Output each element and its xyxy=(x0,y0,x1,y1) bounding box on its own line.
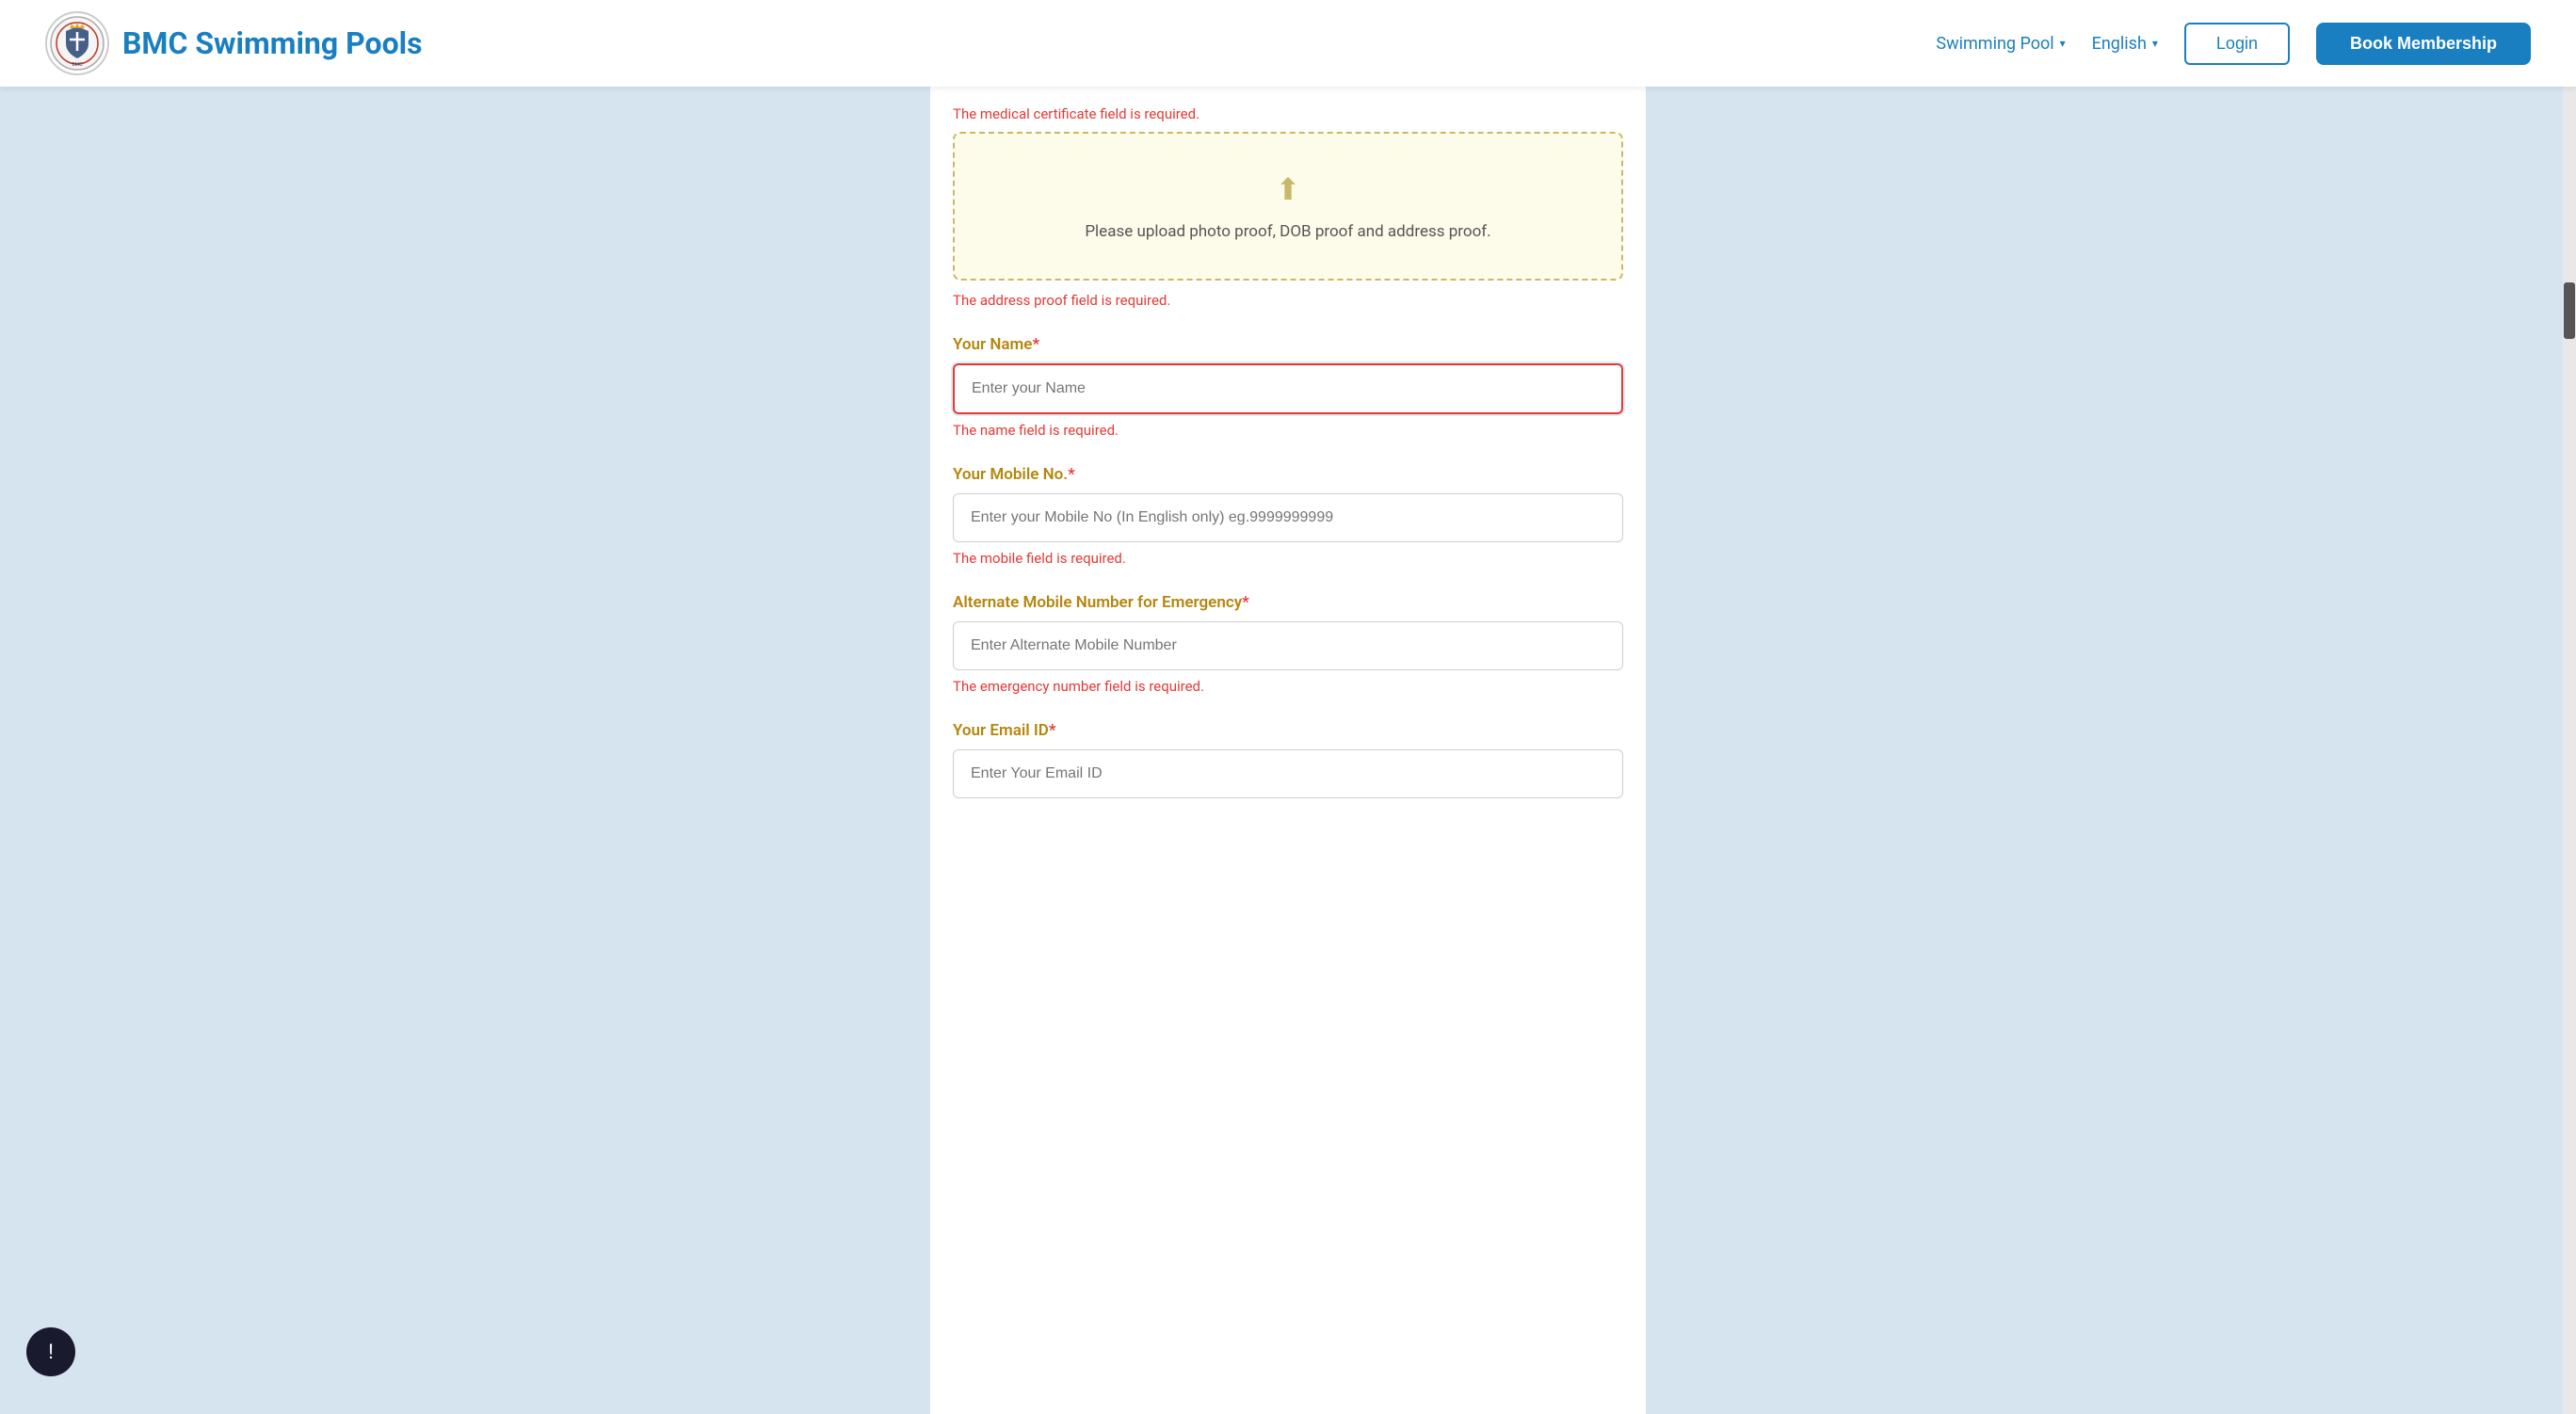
swimming-pool-nav[interactable]: Swimming Pool ▾ xyxy=(1936,34,2065,54)
alt-mobile-section: Alternate Mobile Number for Emergency* T… xyxy=(953,593,1623,695)
site-title: BMC Swimming Pools xyxy=(122,25,423,61)
language-chevron-icon: ▾ xyxy=(2152,37,2158,50)
mobile-section: Your Mobile No.* The mobile field is req… xyxy=(953,465,1623,567)
mobile-error: The mobile field is required. xyxy=(953,550,1623,567)
main-content: The medical certificate field is require… xyxy=(930,87,1646,1414)
upload-icon: ⬆ xyxy=(977,171,1599,207)
swimming-pool-label: Swimming Pool xyxy=(1936,34,2053,54)
navbar: BMC BMC Swimming Pools Swimming Pool ▾ E… xyxy=(0,0,2576,87)
name-section: Your Name* The name field is required. xyxy=(953,335,1623,439)
alt-mobile-label: Alternate Mobile Number for Emergency* xyxy=(953,593,1623,612)
scrollbar-thumb[interactable] xyxy=(2564,282,2575,339)
upload-text: Please upload photo proof, DOB proof and… xyxy=(977,222,1599,241)
mobile-label: Your Mobile No.* xyxy=(953,465,1623,484)
address-proof-error: The address proof field is required. xyxy=(953,292,1623,309)
book-membership-button[interactable]: Book Membership xyxy=(2316,23,2531,65)
brand: BMC BMC Swimming Pools xyxy=(45,11,423,75)
alt-mobile-input[interactable] xyxy=(953,621,1623,670)
email-section: Your Email ID* xyxy=(953,721,1623,798)
feedback-button[interactable]: ! xyxy=(26,1327,75,1376)
login-button[interactable]: Login xyxy=(2184,23,2290,65)
name-input[interactable] xyxy=(953,363,1623,414)
scrollbar[interactable] xyxy=(2563,0,2576,1414)
name-error: The name field is required. xyxy=(953,422,1623,439)
email-label: Your Email ID* xyxy=(953,721,1623,740)
svg-text:BMC: BMC xyxy=(72,62,83,68)
medical-cert-error: The medical certificate field is require… xyxy=(953,105,1623,122)
swimming-pool-chevron-icon: ▾ xyxy=(2060,37,2066,50)
language-label: English xyxy=(2092,34,2147,54)
mobile-input[interactable] xyxy=(953,493,1623,542)
upload-box[interactable]: ⬆ Please upload photo proof, DOB proof a… xyxy=(953,132,1623,281)
name-label: Your Name* xyxy=(953,335,1623,354)
logo: BMC xyxy=(45,11,109,75)
email-input[interactable] xyxy=(953,749,1623,798)
navbar-right: Swimming Pool ▾ English ▾ Login Book Mem… xyxy=(1936,23,2531,65)
logo-svg: BMC xyxy=(49,15,105,72)
alt-mobile-error: The emergency number field is required. xyxy=(953,678,1623,695)
feedback-icon: ! xyxy=(48,1340,54,1364)
language-nav[interactable]: English ▾ xyxy=(2092,34,2158,54)
